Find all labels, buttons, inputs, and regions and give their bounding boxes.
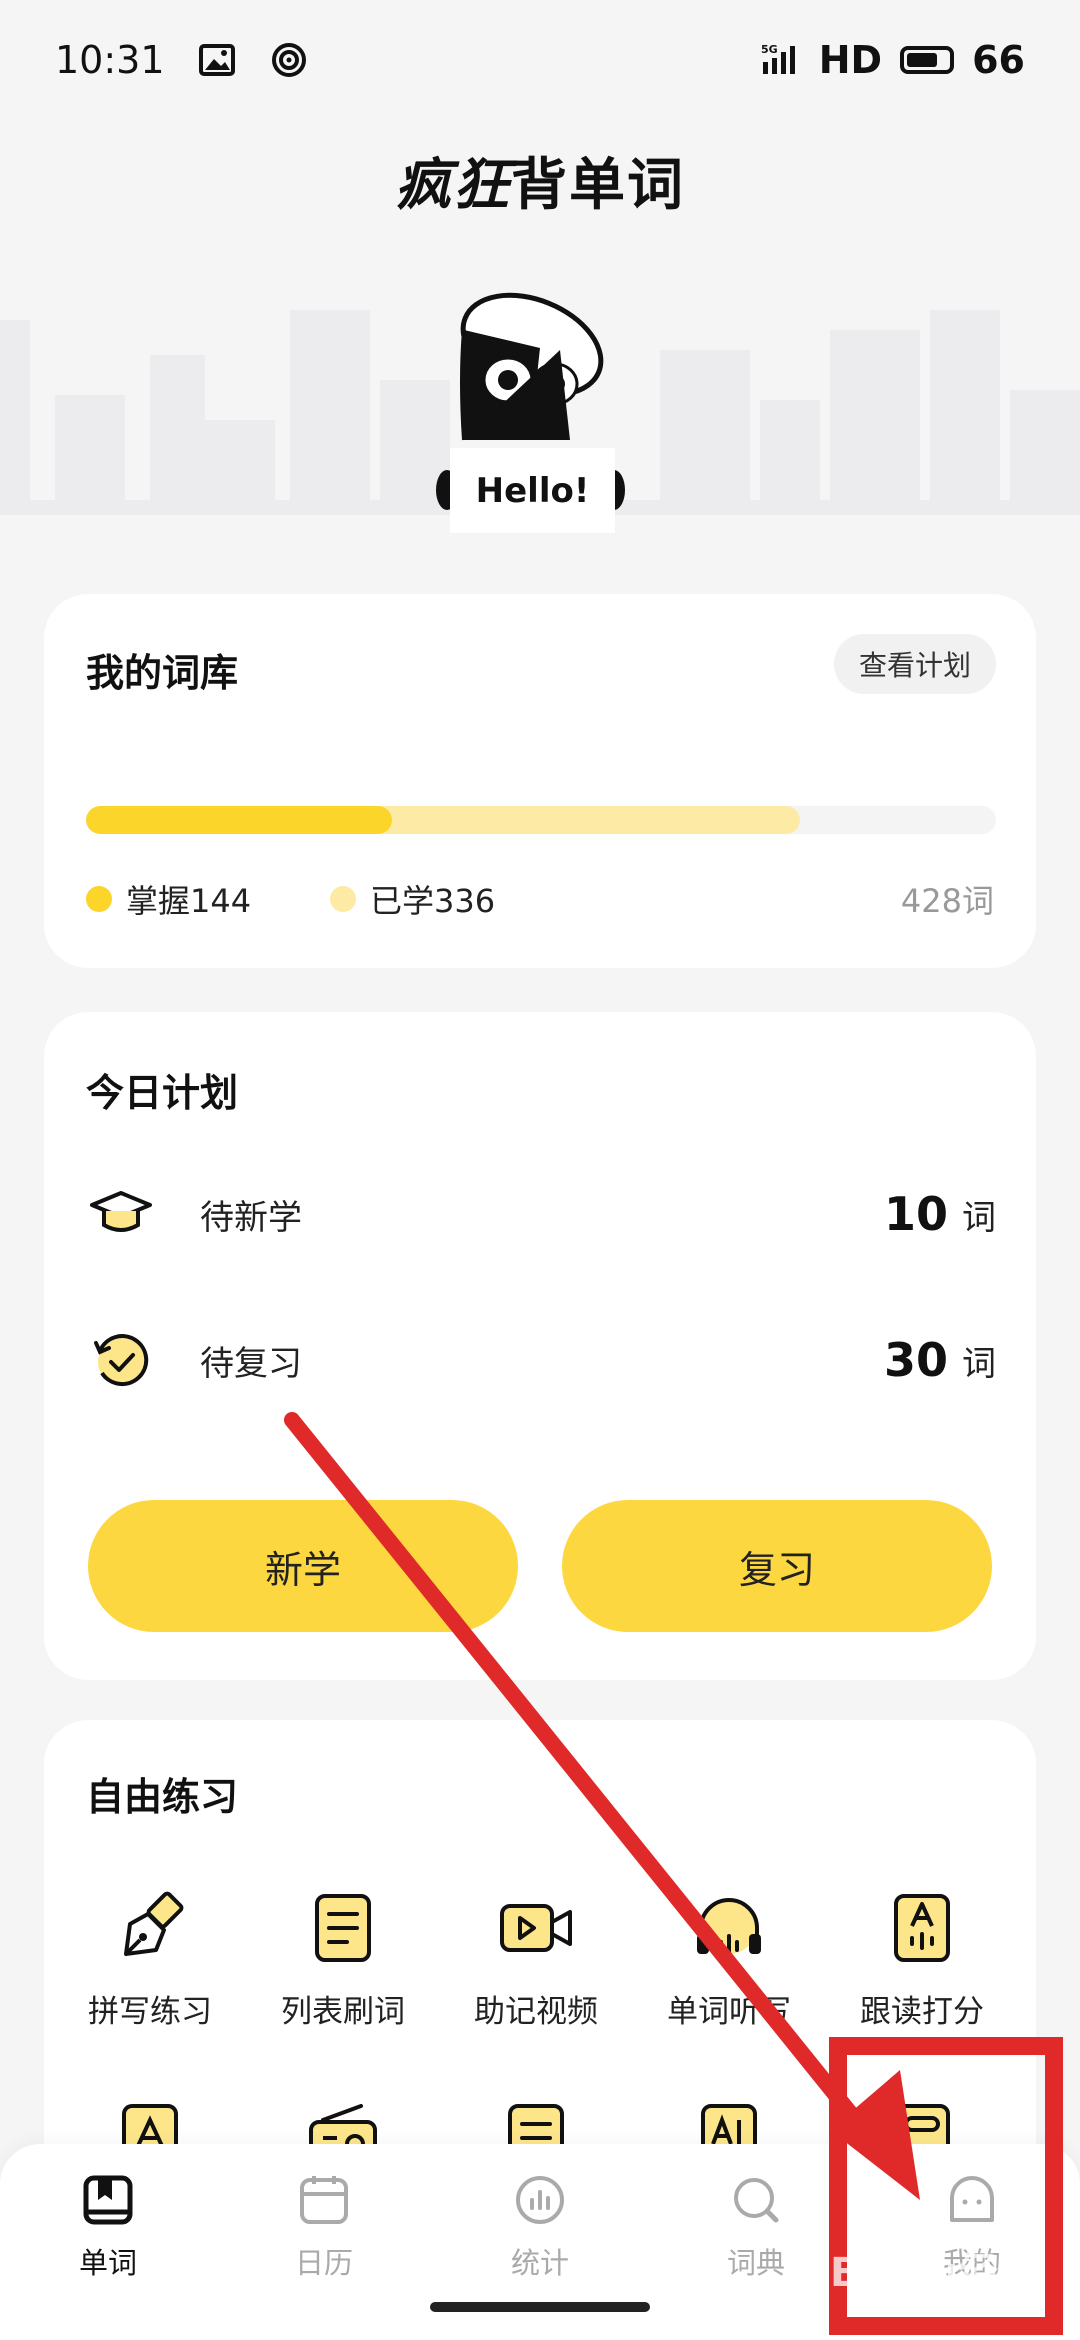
nav-label-words: 单词 [78,2246,137,2280]
pending-review-unit: 词 [962,1343,996,1384]
app-title-prefix: 疯狂 [395,153,511,218]
video-icon [500,1904,572,1952]
today-plan-card: 今日计划 待新学 10 词 待复习 30 词 新学 复习 [44,1012,1036,1680]
spelling-practice-label: 拼写练习 [88,1994,212,2030]
battery-level: 66 [972,38,1025,82]
word-dictation-item[interactable]: 单词听写 [634,1888,824,2031]
mastered-label: 掌握144 [126,882,252,920]
mnemonic-video-label: 助记视频 [474,1994,598,2030]
read-aloud-score-item[interactable]: 跟读打分 [827,1888,1017,2031]
book-icon [83,2175,133,2225]
status-time: 10:31 [55,38,165,82]
mastered-legend: 掌握144 [86,876,251,922]
total-words: 428词 [900,882,994,920]
nav-item-stats[interactable]: 统计 [470,2172,610,2282]
mastered-progress-fill [86,806,392,834]
nav-item-words[interactable]: 单词 [38,2172,178,2282]
free-practice-title: 自由练习 [86,1775,239,1819]
battery-icon [900,46,955,74]
spelling-practice-item[interactable]: 拼写练习 [55,1888,245,2031]
pending-review-row[interactable]: 待复习 30 词 [86,1320,996,1400]
status-bar: 10:31 5G HD 66 [0,0,1080,120]
home-indicator[interactable] [430,2302,650,2312]
read-score-icon [894,1894,950,1962]
pending-new-row[interactable]: 待新学 10 词 [86,1174,996,1254]
stats-icon [516,2176,564,2224]
pending-new-label: 待新学 [200,1197,302,1238]
headphones-icon [697,1898,761,1956]
watermark: Baidu经验 [830,2250,1039,2296]
calendar-icon [300,2176,348,2224]
hello-sign: Hello! [450,448,615,533]
learned-dot [330,886,356,912]
list-review-item[interactable]: 列表刷词 [248,1888,438,2031]
review-button[interactable]: 复习 [562,1500,992,1632]
review-clock-icon [94,1334,149,1387]
list-doc-icon [315,1894,371,1962]
pending-review-count: 30 [883,1333,948,1387]
lexicon-title: 我的词库 [86,651,239,695]
mastered-dot [86,886,112,912]
signal-icon: 5G [761,43,795,74]
nav-item-calendar[interactable]: 日历 [254,2172,394,2282]
pending-review-label: 待复习 [200,1343,302,1384]
read-aloud-score-label: 跟读打分 [860,1994,984,2030]
learned-label: 已学336 [370,882,496,920]
hd-indicator: HD [818,38,883,82]
pending-new-unit: 词 [962,1197,996,1238]
app-title: 疯狂背单词 [0,140,1080,221]
nav-label-dictionary: 词典 [726,2246,785,2280]
target-icon [271,43,306,77]
word-dictation-label: 单词听写 [667,1994,791,2030]
gallery-icon [198,44,235,76]
list-review-label: 列表刷词 [281,1994,405,2030]
nav-item-dictionary[interactable]: 词典 [686,2172,826,2282]
lexicon-progress-bar [86,806,996,834]
view-plan-button[interactable]: 查看计划 [834,634,996,694]
nav-label-calendar: 日历 [294,2246,353,2280]
today-plan-title: 今日计划 [86,1071,239,1115]
svg-text:5G: 5G [761,43,778,56]
graduation-cap-icon [90,1191,152,1232]
pending-new-count: 10 [883,1187,948,1241]
nav-label-stats: 统计 [510,2246,569,2280]
mnemonic-video-item[interactable]: 助记视频 [441,1888,631,2031]
pen-nib-icon [124,1891,184,1956]
learned-legend: 已学336 [330,876,495,922]
dictionary-search-icon [734,2178,779,2223]
profile-face-icon [950,2176,994,2222]
learn-new-button[interactable]: 新学 [88,1500,518,1632]
my-lexicon-card[interactable]: 我的词库 查看计划 掌握144 已学336 428词 [44,594,1036,968]
app-title-suffix: 背单词 [511,153,685,218]
